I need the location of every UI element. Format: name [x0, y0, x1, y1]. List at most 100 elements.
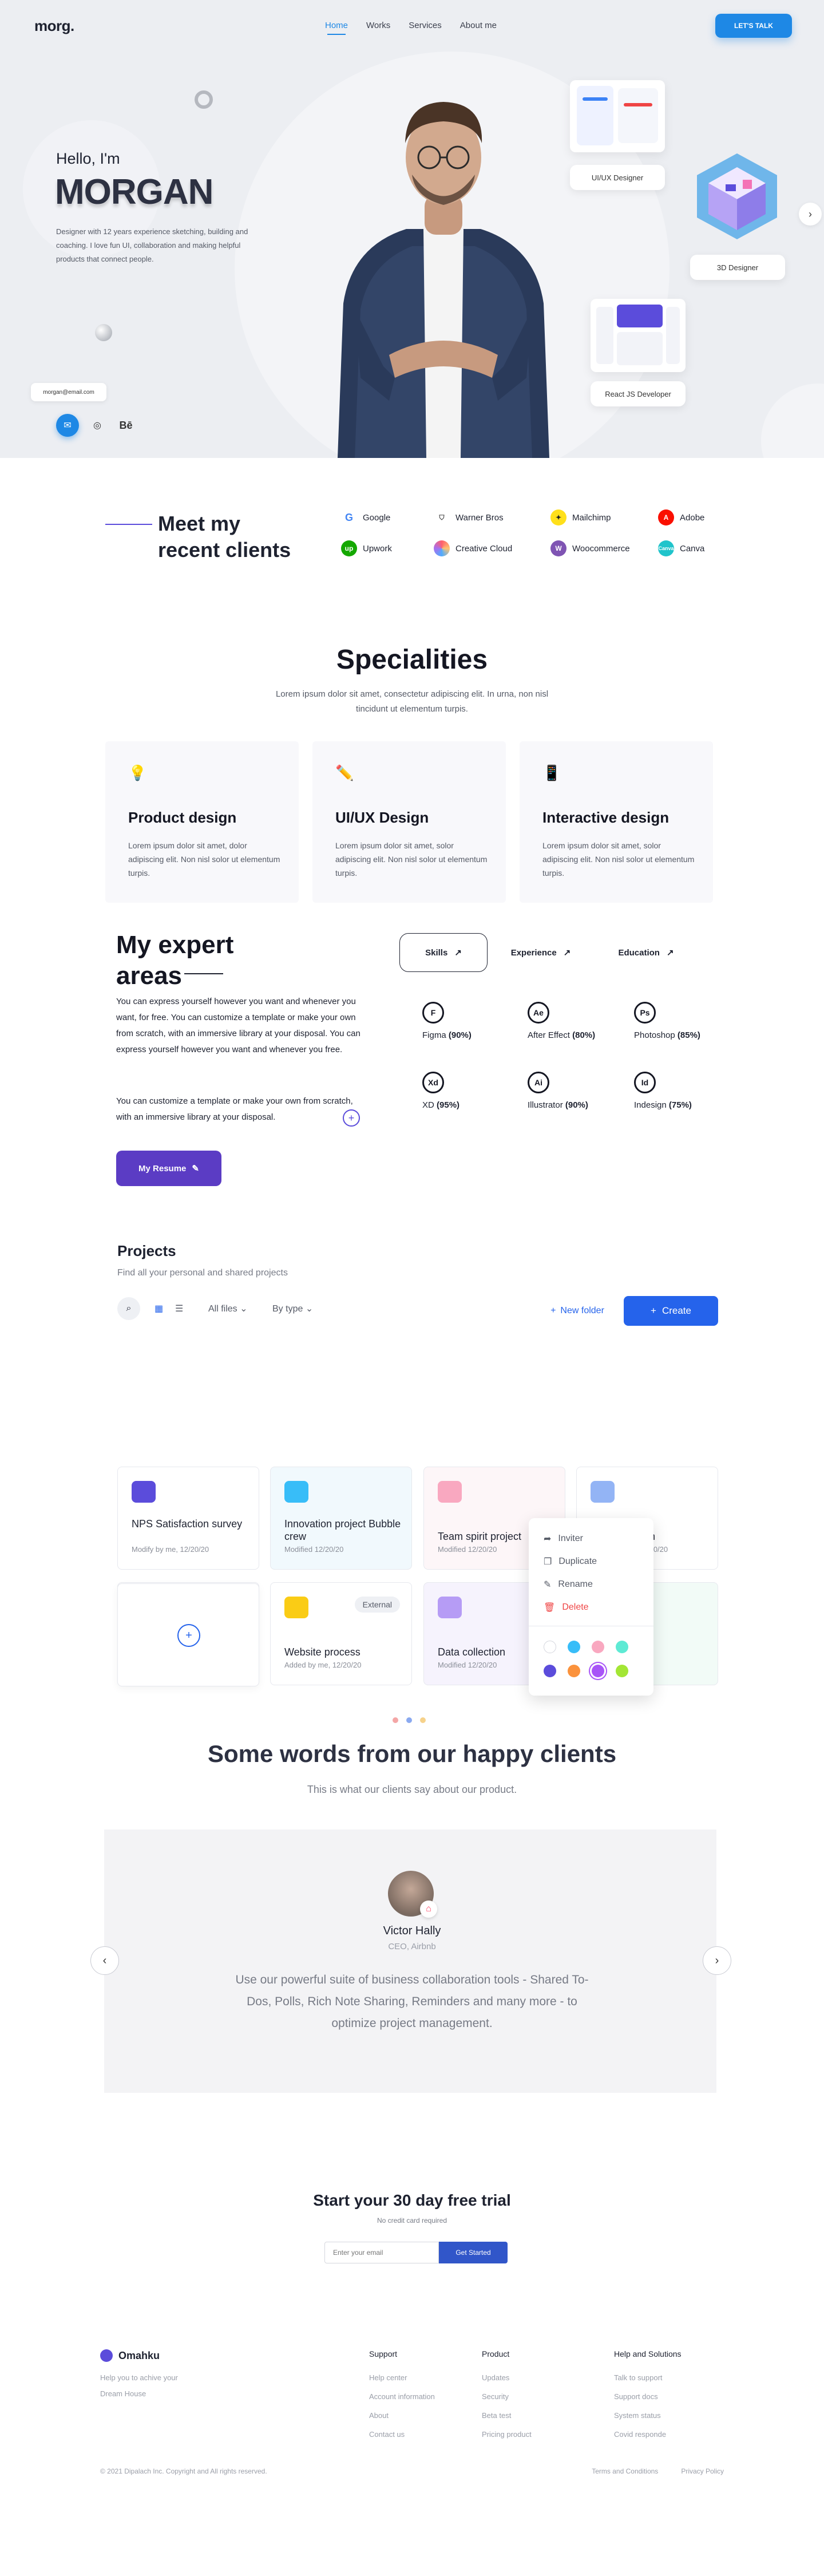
projects-section: Projects Find all your personal and shar…: [0, 1236, 824, 1717]
footer-link[interactable]: About: [369, 2411, 435, 2420]
project-context-menu: ➦ Inviter ❐ Duplicate ✎ Rename 🗑 Delete: [529, 1518, 653, 1696]
behance-icon[interactable]: Bē: [114, 414, 137, 437]
card-label-react: React JS Developer: [591, 381, 686, 406]
footer-link[interactable]: Account information: [369, 2392, 435, 2401]
color-swatch[interactable]: [592, 1641, 604, 1653]
color-swatch[interactable]: [544, 1641, 556, 1653]
hero-glow-circle-corner: [761, 384, 824, 458]
testimonials-subtitle: This is what our clients say about our p…: [307, 1784, 517, 1795]
email-pill[interactable]: morgan@email.com: [31, 383, 106, 401]
xd-icon: Xd: [422, 1072, 444, 1093]
terms-link[interactable]: Terms and Conditions: [592, 2467, 658, 2475]
my-resume-button[interactable]: My Resume ✎: [116, 1151, 221, 1186]
search-icon[interactable]: ⌕: [117, 1297, 140, 1320]
mail-icon[interactable]: ✉: [56, 414, 79, 437]
privacy-link[interactable]: Privacy Policy: [681, 2467, 724, 2475]
hero-portrait: [338, 102, 549, 458]
tab-experience[interactable]: Experience ↗: [498, 933, 584, 972]
dribbble-icon[interactable]: ◎: [86, 414, 109, 437]
color-swatch[interactable]: [616, 1665, 628, 1677]
footer-link[interactable]: Support docs: [614, 2392, 682, 2401]
footer-col-title: Product: [482, 2349, 510, 2358]
woocommerce-icon: W: [550, 540, 566, 556]
footer-link[interactable]: Security: [482, 2392, 532, 2401]
speciality-card-uiux[interactable]: ✏️ UI/UX Design Lorem ipsum dolor sit am…: [312, 741, 506, 903]
footer-link[interactable]: Help center: [369, 2373, 435, 2382]
pencil-icon: ✎: [544, 1580, 552, 1590]
project-card[interactable]: NPS Satisfaction survey Modify by me, 12/…: [117, 1467, 259, 1570]
get-started-button[interactable]: Get Started: [439, 2242, 508, 2263]
project-meta: Added by me, 12/20/20: [284, 1661, 362, 1669]
project-card[interactable]: Innovation project Bubble crew Modified 1…: [270, 1467, 412, 1570]
copyright-text: © 2021 Dipalach Inc. Copyright and All r…: [100, 2467, 267, 2475]
copy-icon: ❐: [544, 1557, 552, 1567]
lets-talk-button[interactable]: LET'S TALK: [715, 14, 792, 38]
footer-link[interactable]: Talk to support: [614, 2373, 682, 2382]
footer-link[interactable]: System status: [614, 2411, 682, 2420]
clients-section: Meet my recent clients G Google ⛉ Warner B…: [0, 458, 824, 584]
menu-item-rename[interactable]: ✎ Rename: [544, 1579, 593, 1590]
nav-about[interactable]: About me: [460, 21, 497, 30]
color-swatch[interactable]: [568, 1641, 580, 1653]
edit-icon: ✎: [192, 1164, 199, 1174]
speciality-card-interactive[interactable]: 📱 Interactive design Lorem ipsum dolor s…: [520, 741, 713, 903]
brand-label: Mailchimp: [572, 512, 611, 523]
plus-icon[interactable]: +: [343, 1109, 360, 1127]
footer-link[interactable]: Contact us: [369, 2430, 435, 2439]
specialities-title: Specialities: [336, 645, 488, 675]
color-swatch[interactable]: [568, 1665, 580, 1677]
nav-works[interactable]: Works: [366, 21, 390, 30]
clients-title-line1: Meet my: [158, 512, 241, 535]
footer-link[interactable]: Covid responde: [614, 2430, 682, 2439]
expert-paragraph-1: You can express yourself however you wan…: [116, 997, 360, 1054]
menu-item-inviter[interactable]: ➦ Inviter: [544, 1533, 583, 1544]
hero-name: MORGAN: [55, 172, 213, 212]
footer-link[interactable]: Pricing product: [482, 2430, 532, 2439]
tab-label: Education: [618, 947, 660, 958]
project-meta: Modify by me, 12/20/20: [132, 1545, 209, 1554]
card-label-3d: 3D Designer: [690, 255, 785, 280]
footer-col-product: Product Updates Security Beta test Prici…: [482, 2349, 532, 2449]
color-swatch[interactable]: [616, 1641, 628, 1653]
skill-label: Illustrator (90%): [528, 1100, 588, 1110]
speciality-card-product[interactable]: 💡 Product design Lorem ipsum dolor sit a…: [105, 741, 299, 903]
tab-label: Skills: [425, 947, 448, 958]
carousel-dot[interactable]: [406, 1717, 412, 1723]
skill-illustrator: Ai Illustrator (90%): [528, 1072, 588, 1110]
carousel-dot[interactable]: [393, 1717, 398, 1723]
nav-home[interactable]: Home: [325, 21, 348, 35]
chevron-right-icon[interactable]: ›: [799, 203, 822, 226]
project-card[interactable]: External Website process Added by me, 12/2…: [270, 1582, 412, 1685]
tab-education[interactable]: Education ↗: [603, 933, 689, 972]
footer-link[interactable]: Updates: [482, 2373, 532, 2382]
carousel-dot[interactable]: [420, 1717, 426, 1723]
tab-skills[interactable]: Skills ↗: [399, 933, 488, 972]
filter-all-files[interactable]: All files ⌄: [208, 1303, 248, 1314]
footer: Omahku Help you to achive your Dream Hou…: [0, 2336, 824, 2576]
menu-item-duplicate[interactable]: ❐ Duplicate: [544, 1556, 597, 1567]
new-folder-button[interactable]: + New folder: [540, 1298, 615, 1323]
list-view-icon[interactable]: ☰: [175, 1303, 183, 1314]
isometric-room-illustration: [697, 153, 777, 239]
brand-label: Canva: [680, 543, 705, 554]
color-swatch[interactable]: [544, 1665, 556, 1677]
testimonial-role: CEO, Airbnb: [388, 1942, 436, 1951]
email-field[interactable]: [324, 2242, 439, 2263]
skill-photoshop: Ps Photoshop (85%): [634, 1002, 700, 1040]
client-creative-cloud: Creative Cloud: [434, 540, 512, 556]
illustrator-icon: Ai: [528, 1072, 549, 1093]
grid-view-icon[interactable]: ▦: [154, 1303, 163, 1314]
footer-logo[interactable]: Omahku: [100, 2349, 160, 2362]
google-icon: G: [341, 509, 357, 526]
nav-services[interactable]: Services: [409, 21, 442, 30]
footer-link[interactable]: Beta test: [482, 2411, 532, 2420]
add-project-card[interactable]: +: [117, 1583, 259, 1686]
testimonial-quote: Use our powerful suite of business colla…: [235, 1973, 589, 2030]
hero-greeting: Hello, I'm: [56, 150, 120, 167]
menu-item-delete[interactable]: 🗑 Delete: [544, 1602, 589, 1613]
project-name: NPS Satisfaction survey: [132, 1518, 243, 1530]
color-swatch[interactable]: [592, 1665, 604, 1677]
create-button[interactable]: + Create: [624, 1296, 718, 1326]
site-logo[interactable]: morg.: [34, 17, 74, 35]
filter-by-type[interactable]: By type ⌄: [272, 1303, 313, 1314]
